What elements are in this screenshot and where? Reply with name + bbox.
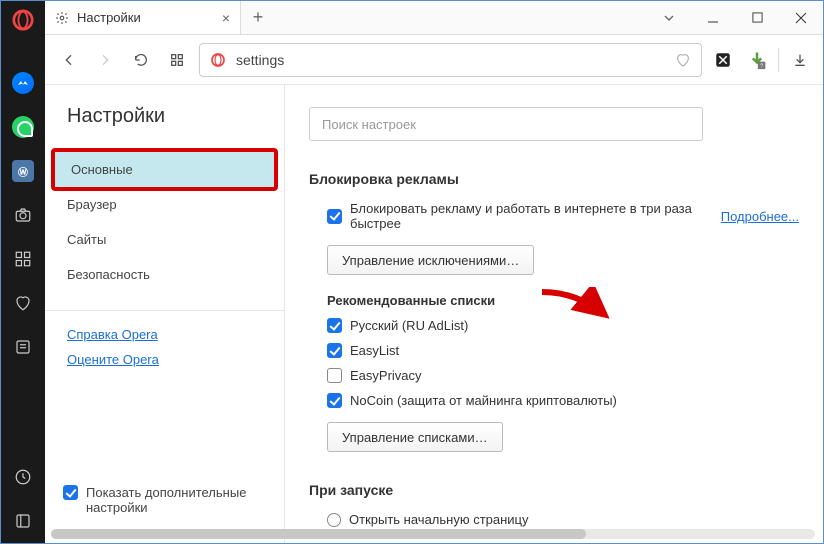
gear-icon: [55, 11, 69, 25]
news-icon: [14, 338, 32, 356]
speed-dial-nav-button[interactable]: [163, 46, 191, 74]
list-easyprivacy-label: EasyPrivacy: [350, 368, 422, 383]
rate-link[interactable]: Оцените Opera: [67, 352, 262, 367]
nav-security[interactable]: Безопасность: [45, 257, 284, 292]
list-easylist-label: EasyList: [350, 343, 399, 358]
vk-button[interactable]: Ⓦ: [1, 149, 45, 193]
menu-button[interactable]: [647, 1, 691, 35]
tab-close-button[interactable]: ×: [222, 10, 230, 26]
adblock-learn-more-link[interactable]: Подробнее...: [721, 209, 799, 224]
maximize-button[interactable]: [735, 1, 779, 35]
close-window-button[interactable]: [779, 1, 823, 35]
startup-radio-homepage[interactable]: [327, 513, 341, 527]
panel-button[interactable]: [1, 499, 45, 543]
advanced-label: Показать дополнительные настройки: [86, 485, 266, 515]
startup-section: При запуске Открыть начальную страницу: [309, 482, 799, 527]
opera-logo-icon: [12, 9, 34, 31]
chevron-down-icon: [661, 10, 677, 26]
grid-icon: [14, 250, 32, 268]
chevron-left-icon: [61, 52, 77, 68]
minimize-icon: [707, 12, 719, 24]
chevron-right-icon: [97, 52, 113, 68]
vk-icon: Ⓦ: [12, 160, 34, 182]
heart-icon: [14, 294, 32, 312]
help-link[interactable]: Справка Opera: [67, 327, 262, 342]
adblock-heading: Блокировка рекламы: [309, 171, 799, 187]
extension-1-button[interactable]: [710, 47, 736, 73]
list-ruadlist-label: Русский (RU AdList): [350, 318, 468, 333]
whatsapp-icon: [12, 116, 34, 138]
list-easylist-checkbox[interactable]: [327, 343, 342, 358]
clock-icon: [14, 468, 32, 486]
tab-strip: Настройки × +: [45, 1, 823, 35]
history-button[interactable]: [1, 455, 45, 499]
minimize-button[interactable]: [691, 1, 735, 35]
forward-button[interactable]: [91, 46, 119, 74]
lists-heading: Рекомендованные списки: [327, 293, 799, 308]
adblock-enable-checkbox[interactable]: [327, 209, 342, 224]
maximize-icon: [752, 12, 763, 23]
downloads-button[interactable]: [787, 47, 813, 73]
bookmark-heart-icon[interactable]: [675, 52, 691, 68]
whatsapp-button[interactable]: [1, 105, 45, 149]
camera-icon: [14, 206, 32, 224]
address-bar: settings ?: [45, 35, 823, 85]
scrollbar-thumb[interactable]: [51, 529, 586, 539]
search-placeholder: Поиск настроек: [322, 117, 416, 132]
adblock-enable-label: Блокировать рекламу и работать в интерне…: [350, 201, 713, 231]
close-icon: [795, 12, 807, 24]
settings-nav: Основные Браузер Сайты Безопасность: [45, 152, 284, 292]
sidebar-links: Справка Opera Оцените Opera: [45, 310, 284, 383]
url-text: settings: [236, 52, 284, 68]
tab-title: Настройки: [77, 10, 141, 25]
messenger-icon: [12, 72, 34, 94]
shield-icon: [714, 51, 732, 69]
extension-2-button[interactable]: ?: [744, 47, 770, 73]
snapshot-button[interactable]: [1, 193, 45, 237]
settings-main: Поиск настроек Блокировка рекламы Блокир…: [285, 85, 823, 543]
settings-sidebar: Настройки Основные Браузер Сайты Безопас…: [45, 85, 285, 543]
adblock-section: Блокировка рекламы Блокировать рекламу и…: [309, 171, 799, 452]
tab-settings[interactable]: Настройки ×: [45, 1, 241, 34]
reload-button[interactable]: [127, 46, 155, 74]
messenger-button[interactable]: [1, 61, 45, 105]
exceptions-button[interactable]: Управление исключениями…: [327, 245, 534, 275]
download-icon: [792, 52, 808, 68]
nav-browser[interactable]: Браузер: [45, 187, 284, 222]
back-button[interactable]: [55, 46, 83, 74]
list-nocoin-label: NoCoin (защита от майнинга криптовалюты): [350, 393, 617, 408]
download-arrow-icon: ?: [747, 50, 767, 70]
browser-sidebar: Ⓦ: [1, 1, 45, 543]
manage-lists-button[interactable]: Управление списками…: [327, 422, 503, 452]
settings-content: Настройки Основные Браузер Сайты Безопас…: [45, 85, 823, 543]
horizontal-scrollbar[interactable]: [51, 529, 815, 539]
nav-basic[interactable]: Основные: [51, 148, 278, 191]
panel-icon: [14, 512, 32, 530]
new-tab-button[interactable]: +: [241, 1, 275, 34]
news-button[interactable]: [1, 325, 45, 369]
page-title: Настройки: [45, 105, 284, 152]
advanced-checkbox[interactable]: [63, 485, 78, 500]
url-input[interactable]: settings: [199, 43, 702, 77]
reload-icon: [133, 52, 149, 68]
window-controls: [647, 1, 823, 34]
list-nocoin-checkbox[interactable]: [327, 393, 342, 408]
recommended-lists: Рекомендованные списки Русский (RU AdLis…: [309, 293, 799, 452]
startup-heading: При запуске: [309, 482, 799, 498]
grid-small-icon: [169, 52, 185, 68]
list-easyprivacy-checkbox[interactable]: [327, 368, 342, 383]
nav-sites[interactable]: Сайты: [45, 222, 284, 257]
settings-search-input[interactable]: Поиск настроек: [309, 107, 703, 141]
adblock-enable-row: Блокировать рекламу и работать в интерне…: [309, 201, 799, 231]
opera-small-icon: [210, 52, 226, 68]
speed-dial-button[interactable]: [1, 237, 45, 281]
list-ruadlist-checkbox[interactable]: [327, 318, 342, 333]
bookmarks-button[interactable]: [1, 281, 45, 325]
startup-option-homepage: Открыть начальную страницу: [349, 512, 529, 527]
